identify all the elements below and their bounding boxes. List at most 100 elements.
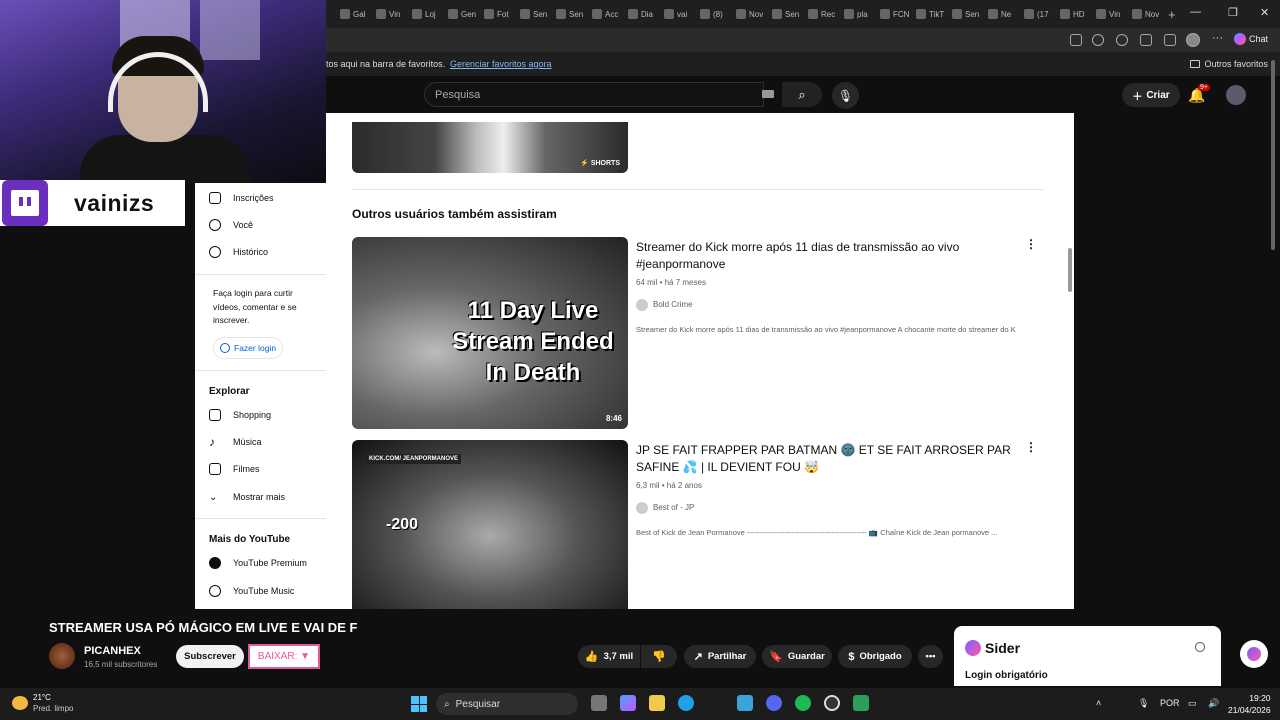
weather-icon[interactable] <box>12 696 28 710</box>
youtube-premium-icon <box>209 557 221 569</box>
browser-tab[interactable]: (8) <box>700 6 723 22</box>
browser-tab[interactable]: Gen <box>448 6 476 22</box>
video-title[interactable]: Streamer do Kick morre após 11 dias de t… <box>636 239 1016 274</box>
channel-name[interactable]: PICANHEX <box>84 645 141 657</box>
browser-tab[interactable]: Sen <box>772 6 799 22</box>
chevron-up-icon[interactable]: ˄ <box>1096 698 1101 708</box>
other-bookmarks[interactable]: Outros favoritos <box>1190 59 1268 69</box>
channel-avatar[interactable] <box>49 643 75 669</box>
video-thumbnail[interactable]: KICK.COM/ JEANPORMANOVE -200 <box>352 440 628 609</box>
browser-tab[interactable]: Vin <box>1096 6 1120 22</box>
app-icon[interactable] <box>1070 34 1082 46</box>
app-icon[interactable] <box>853 695 869 711</box>
channel-link[interactable]: Best of - JP <box>636 501 1016 514</box>
browser-tab[interactable]: Fot <box>484 6 509 22</box>
search-input[interactable]: Pesquisa <box>424 82 764 107</box>
photos-icon[interactable] <box>737 695 753 711</box>
copilot-icon[interactable] <box>620 695 636 711</box>
close-icon[interactable]: ✕ <box>1260 6 1269 19</box>
tab-favicon-icon <box>340 9 350 19</box>
volume-icon[interactable]: 🔊 <box>1208 698 1219 709</box>
like-button[interactable]: 👍 3,7 mil <box>578 645 640 668</box>
sidebar-item-show-more[interactable]: ⌄ Mostrar mais <box>195 486 326 508</box>
create-button[interactable]: ＋ Criar <box>1122 83 1180 107</box>
clock[interactable]: 19:20 21/04/2026 <box>1228 693 1271 717</box>
task-view-icon[interactable] <box>591 695 607 711</box>
video-title[interactable]: JP SE FAIT FRAPPER PAR BATMAN 🌚 ET SE FA… <box>636 442 1016 477</box>
sidebar-item-shopping[interactable]: Shopping <box>195 404 326 426</box>
manage-bookmarks-link[interactable]: Gerenciar favoritos agora <box>450 59 552 69</box>
restore-icon[interactable]: ❐ <box>1228 6 1238 19</box>
browser-tab[interactable]: Sen <box>520 6 547 22</box>
browser-tab[interactable]: Nov <box>1132 6 1159 22</box>
browser-tab[interactable]: (17 <box>1024 6 1049 22</box>
channel-link[interactable]: Bold Crime <box>636 298 1016 311</box>
sidebar-item-music[interactable]: ♪ Música <box>195 431 326 453</box>
copilot-chat-button[interactable]: Chat <box>1234 33 1268 45</box>
browser-tab[interactable]: Loj <box>412 6 436 22</box>
profile-icon[interactable] <box>1186 33 1200 47</box>
page-scrollbar[interactable] <box>1068 248 1072 292</box>
extensions-icon[interactable] <box>1116 34 1128 46</box>
sidebar-item-youtube-music[interactable]: YouTube Music <box>195 580 326 602</box>
voice-search-button[interactable]: 🎙 <box>832 82 859 109</box>
browser-tab[interactable]: Gal <box>340 6 365 22</box>
star-icon[interactable] <box>1092 34 1104 46</box>
subscribe-button[interactable]: Subscrever <box>176 645 244 668</box>
sider-floating-button[interactable] <box>1240 640 1268 668</box>
browser-tab[interactable]: vai <box>664 6 687 22</box>
edge-icon[interactable] <box>678 695 694 711</box>
minimize-icon[interactable]: — <box>1190 6 1201 18</box>
browser-tab[interactable]: Nov <box>736 6 763 22</box>
taskbar-search[interactable]: ⌕ Pesquisar <box>436 693 578 715</box>
sidebar-item-you[interactable]: Você <box>195 214 326 236</box>
discord-icon[interactable] <box>766 695 782 711</box>
browser-tab[interactable]: Ne <box>988 6 1011 22</box>
video-thumbnail[interactable]: 11 Day Live Stream Ended In Death 8:46 <box>352 237 628 429</box>
language-indicator[interactable]: POR <box>1160 698 1180 708</box>
mic-icon[interactable]: 🎙 <box>1138 698 1149 709</box>
avatar[interactable] <box>1226 85 1246 105</box>
share-button[interactable]: ↗ Partilhar <box>684 645 756 668</box>
settings-icon[interactable] <box>1195 642 1205 652</box>
browser-tab[interactable]: Dia <box>628 6 653 22</box>
sidebar-item-history[interactable]: Histórico <box>195 241 326 263</box>
thanks-button[interactable]: $ Obrigado <box>838 645 912 668</box>
network-icon[interactable]: ▭ <box>1188 698 1197 709</box>
more-actions-icon[interactable]: ⋮ <box>1025 237 1037 251</box>
browser-tab[interactable]: FCN <box>880 6 909 22</box>
split-icon[interactable] <box>1140 34 1152 46</box>
new-tab-icon[interactable]: + <box>1168 6 1176 22</box>
tab-favicon-icon <box>952 9 962 19</box>
browser-tab[interactable]: Sen <box>556 6 583 22</box>
browser-tab[interactable]: Acc <box>592 6 618 22</box>
browser-tab[interactable]: HD <box>1060 6 1085 22</box>
login-button[interactable]: Fazer login <box>213 337 283 359</box>
browser-scrollbar[interactable] <box>1271 60 1275 250</box>
sidebar-item-subscriptions[interactable]: Inscrições <box>195 187 326 209</box>
file-explorer-icon[interactable] <box>649 695 665 711</box>
spotify-icon[interactable] <box>795 695 811 711</box>
sidebar-item-youtube-premium[interactable]: YouTube Premium <box>195 552 326 574</box>
sidebar-item-movies[interactable]: Filmes <box>195 458 326 480</box>
bookmark-icon: 🔖 <box>769 651 783 663</box>
favorites-icon[interactable] <box>1164 34 1176 46</box>
download-button[interactable]: BAIXAR: ▼ <box>248 644 320 669</box>
temperature: 21°C <box>33 693 51 702</box>
save-button[interactable]: 🔖 Guardar <box>762 645 832 668</box>
more-actions-button[interactable]: ••• <box>918 645 943 668</box>
menu-icon[interactable]: ··· <box>1212 32 1223 44</box>
search-button[interactable]: ⌕ <box>782 82 822 107</box>
browser-tab[interactable]: Sen <box>952 6 979 22</box>
shorts-thumbnail[interactable]: ⚡ SHORTS <box>352 122 628 173</box>
keyboard-icon[interactable] <box>762 90 774 98</box>
explore-heading: Explorar <box>209 386 250 397</box>
browser-tab[interactable]: TikT <box>916 6 944 22</box>
browser-tab[interactable]: Vin <box>376 6 400 22</box>
dislike-button[interactable]: 👎 <box>641 645 677 668</box>
obs-icon[interactable] <box>824 695 840 711</box>
start-icon[interactable] <box>411 696 427 712</box>
browser-tab[interactable]: Rec <box>808 6 835 22</box>
browser-tab[interactable]: pla <box>844 6 868 22</box>
more-actions-icon[interactable]: ⋮ <box>1025 440 1037 454</box>
